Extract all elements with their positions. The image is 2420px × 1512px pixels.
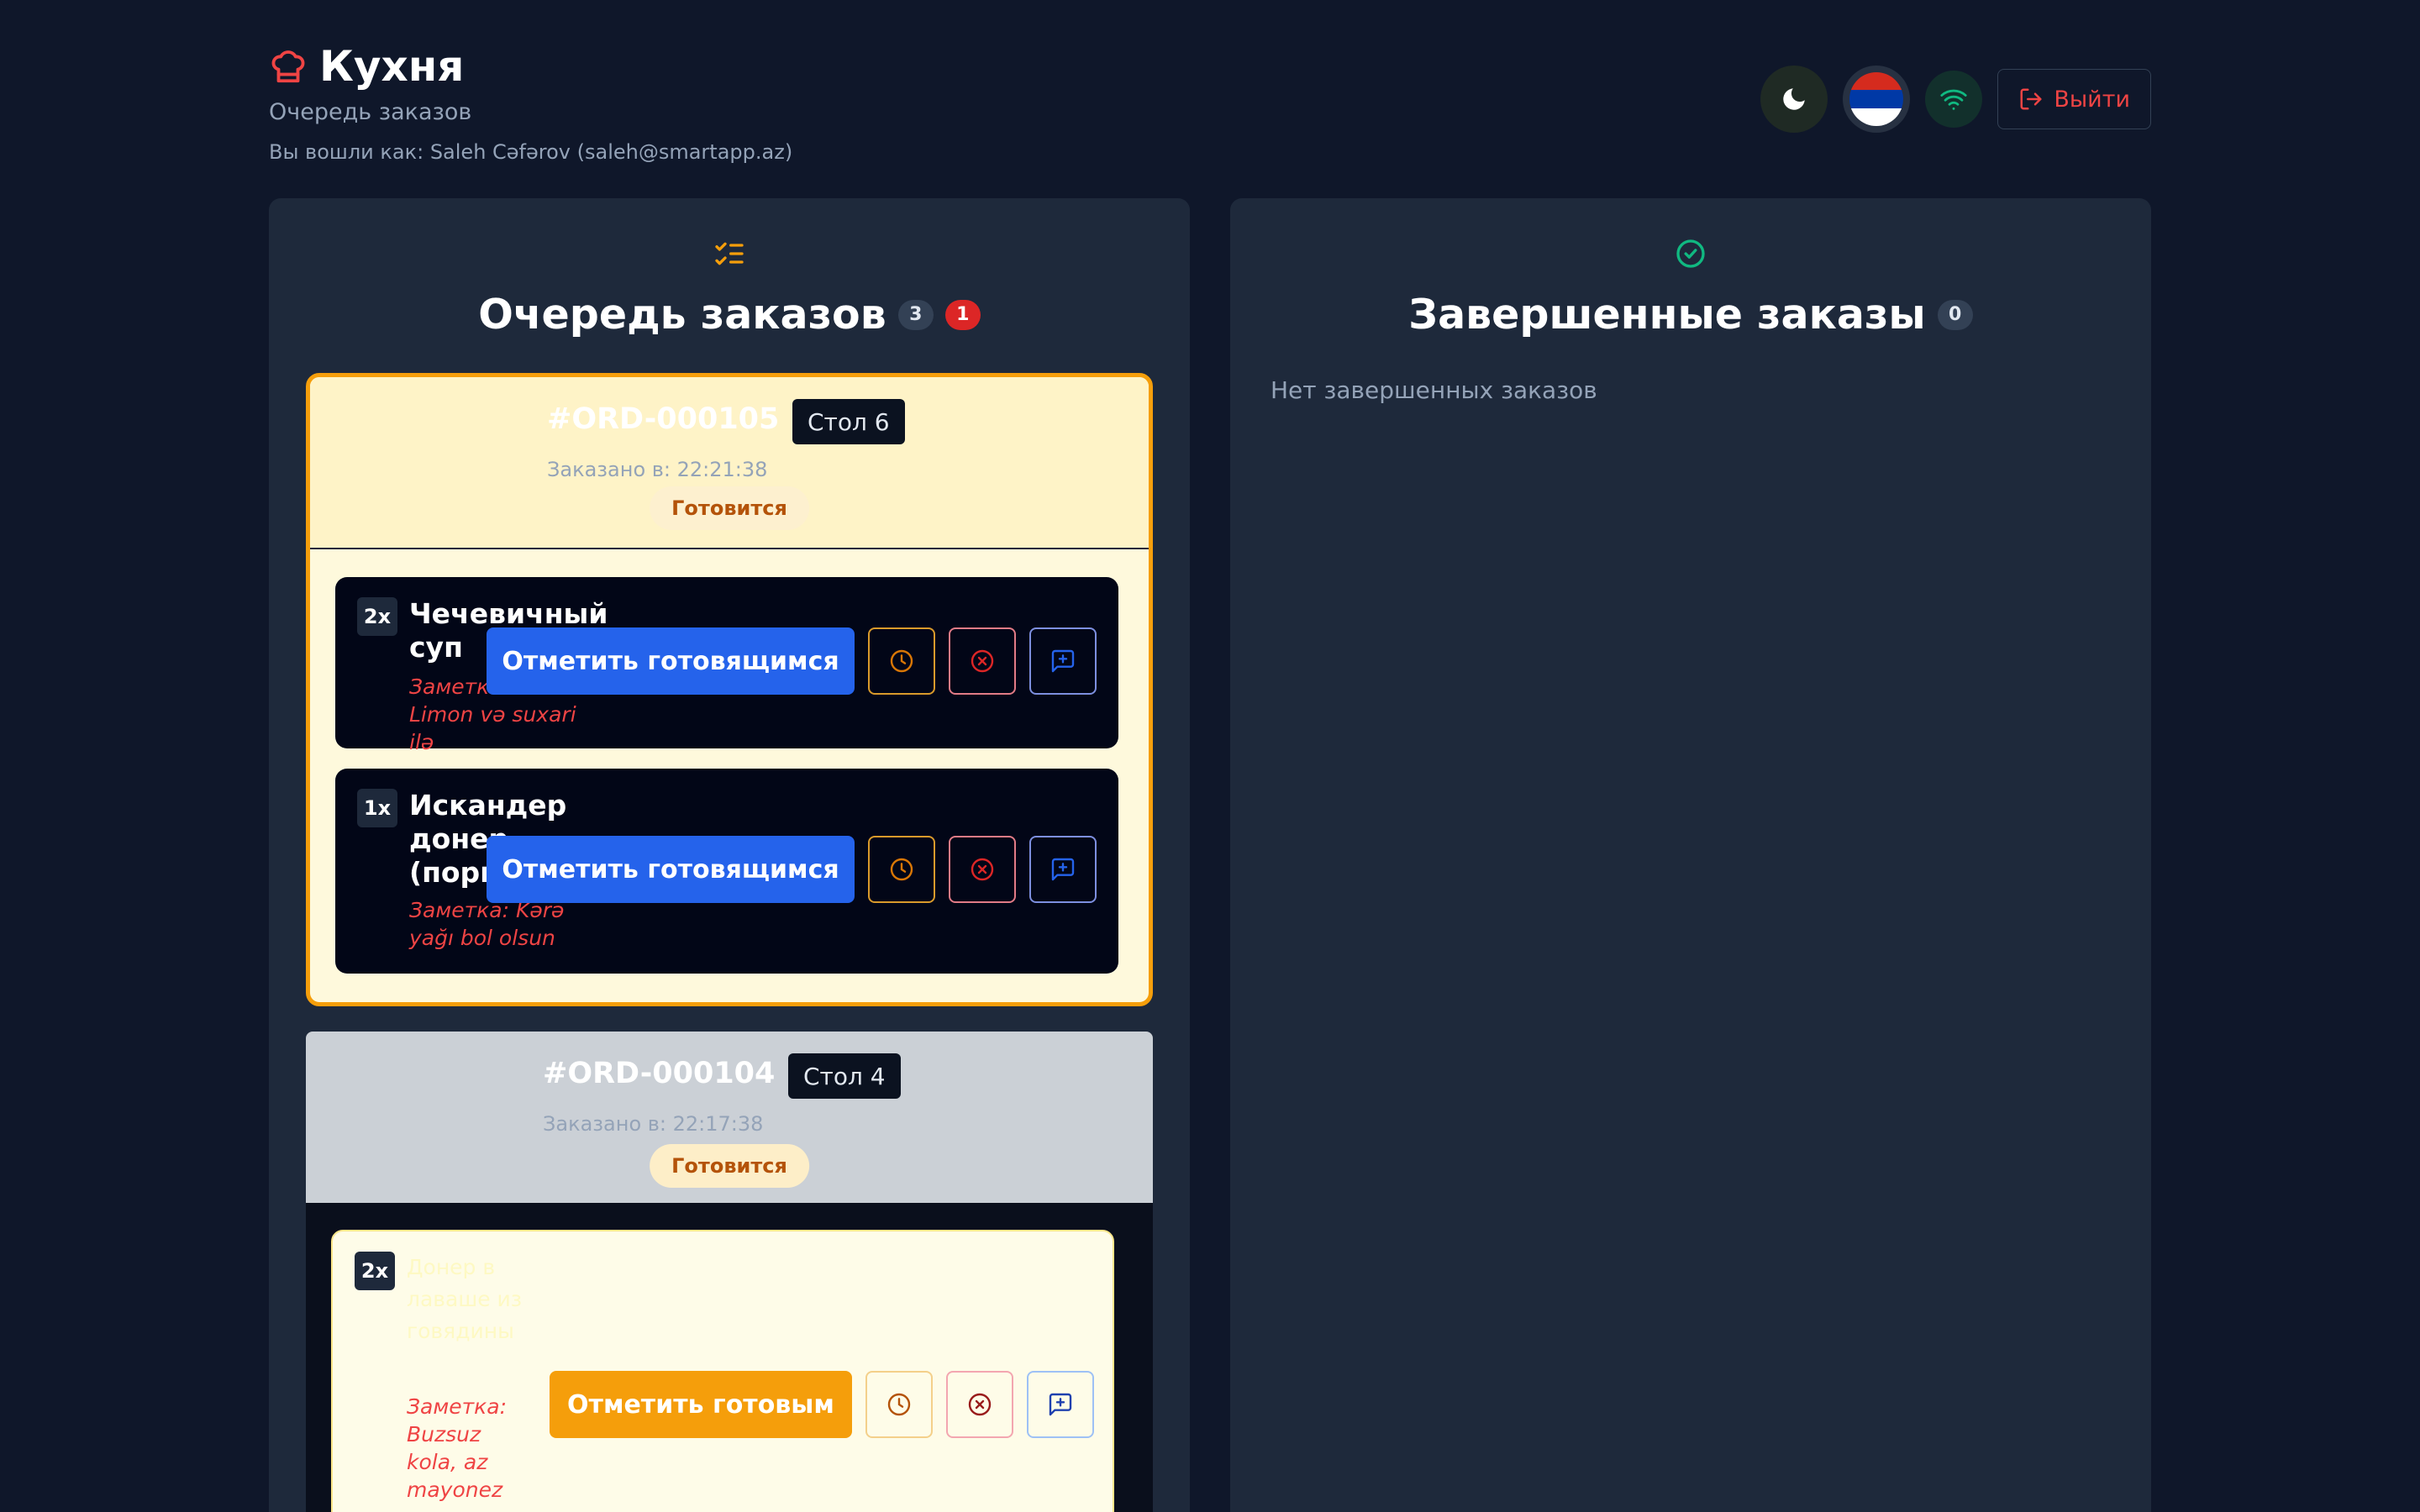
item-note: Заметка: Kərə yağı bol olsun <box>409 898 565 950</box>
urgent-count-badge: 1 <box>944 299 981 330</box>
message-plus-icon <box>1049 1393 1072 1416</box>
cancel-item-button[interactable] <box>949 627 1016 695</box>
order-item: 2x Донер в лаваше из говядины Заметка: B… <box>331 1230 1114 1512</box>
message-plus-icon <box>1051 858 1075 881</box>
cancel-item-button[interactable] <box>949 836 1016 903</box>
check-circle-icon <box>1674 237 1707 270</box>
connection-status[interactable] <box>1925 71 1983 128</box>
delay-button[interactable] <box>868 627 935 695</box>
add-note-button[interactable] <box>1029 627 1097 695</box>
item-name: Донер в лаваше из говядины <box>407 1255 523 1343</box>
item-quantity: 2x <box>357 597 397 636</box>
add-note-button[interactable] <box>1027 1371 1094 1438</box>
table-badge: Стол 6 <box>792 399 905 444</box>
queue-title-row: Очередь заказов 3 1 <box>269 291 1190 339</box>
x-circle-icon <box>971 858 994 881</box>
logout-icon <box>2020 88 2042 110</box>
status-badge: Готовится <box>650 486 809 530</box>
order-time: Заказано в: 22:17:38 <box>543 1112 764 1136</box>
app-header: Кухня Очередь заказов Вы вошли как: Sale… <box>269 42 2151 168</box>
wifi-icon <box>1940 89 1967 110</box>
order-header: #ORD-000104 Стол 4 Заказано в: 22:17:38 … <box>306 1032 1153 1203</box>
theme-toggle-button[interactable] <box>1760 66 1828 133</box>
message-plus-icon <box>1051 649 1075 673</box>
list-checks-icon <box>713 237 746 270</box>
table-badge: Стол 4 <box>788 1053 901 1099</box>
clock-icon <box>890 649 913 673</box>
chef-hat-icon <box>269 47 308 86</box>
order-number: #ORD-000105 <box>547 402 780 436</box>
completed-count-badge: 0 <box>1937 299 1973 330</box>
logged-in-user: Вы вошли как: Saleh Cəfərov (saleh@smart… <box>269 140 793 164</box>
completed-title: Завершенные заказы <box>1408 291 1926 339</box>
mark-preparing-button[interactable]: Отметить готовящимся <box>487 836 855 903</box>
completed-title-row: Завершенные заказы 0 <box>1230 291 2151 339</box>
mark-preparing-button[interactable]: Отметить готовящимся <box>487 627 855 695</box>
order-time: Заказано в: 22:21:38 <box>547 458 768 481</box>
order-queue-panel: Очередь заказов 3 1 #ORD-000105 Стол 6 З… <box>269 198 1190 1512</box>
order-card: #ORD-000104 Стол 4 Заказано в: 22:17:38 … <box>306 1032 1153 1512</box>
queue-title: Очередь заказов <box>478 291 886 339</box>
queue-count-badge: 3 <box>897 299 934 330</box>
order-number: #ORD-000104 <box>543 1057 776 1090</box>
header-actions: Выйти <box>1760 66 2151 133</box>
completed-orders-panel: Завершенные заказы 0 Нет завершенных зак… <box>1230 198 2151 1512</box>
x-circle-icon <box>971 649 994 673</box>
add-note-button[interactable] <box>1029 836 1097 903</box>
cancel-item-button[interactable] <box>946 1371 1013 1438</box>
item-quantity: 2x <box>355 1252 395 1290</box>
logout-label: Выйти <box>2054 86 2130 113</box>
app-title: Кухня <box>319 42 465 91</box>
order-item: 1x Искандер донер (порция) Заметка: Kərə… <box>335 769 1118 974</box>
item-note: Заметка: Buzsuz kola, az mayonez <box>407 1394 507 1502</box>
order-item: 2x Чечевичный суп Заметка: Limon və suxa… <box>335 577 1118 754</box>
order-card: #ORD-000105 Стол 6 Заказано в: 22:21:38 … <box>306 373 1153 1006</box>
order-header: #ORD-000105 Стол 6 Заказано в: 22:21:38 … <box>310 377 1149 549</box>
clock-icon <box>887 1393 911 1416</box>
empty-state-text: Нет завершенных заказов <box>1270 376 1597 404</box>
mark-ready-button[interactable]: Отметить готовым <box>550 1371 852 1438</box>
item-quantity: 1x <box>357 789 397 827</box>
moon-icon <box>1783 88 1806 110</box>
language-button[interactable] <box>1843 66 1911 133</box>
x-circle-icon <box>968 1393 992 1416</box>
status-badge: Готовится <box>650 1144 809 1188</box>
logout-button[interactable]: Выйти <box>1997 69 2151 129</box>
clock-icon <box>890 858 913 881</box>
flag-icon <box>1849 72 1904 126</box>
delay-button[interactable] <box>865 1371 933 1438</box>
delay-button[interactable] <box>868 836 935 903</box>
